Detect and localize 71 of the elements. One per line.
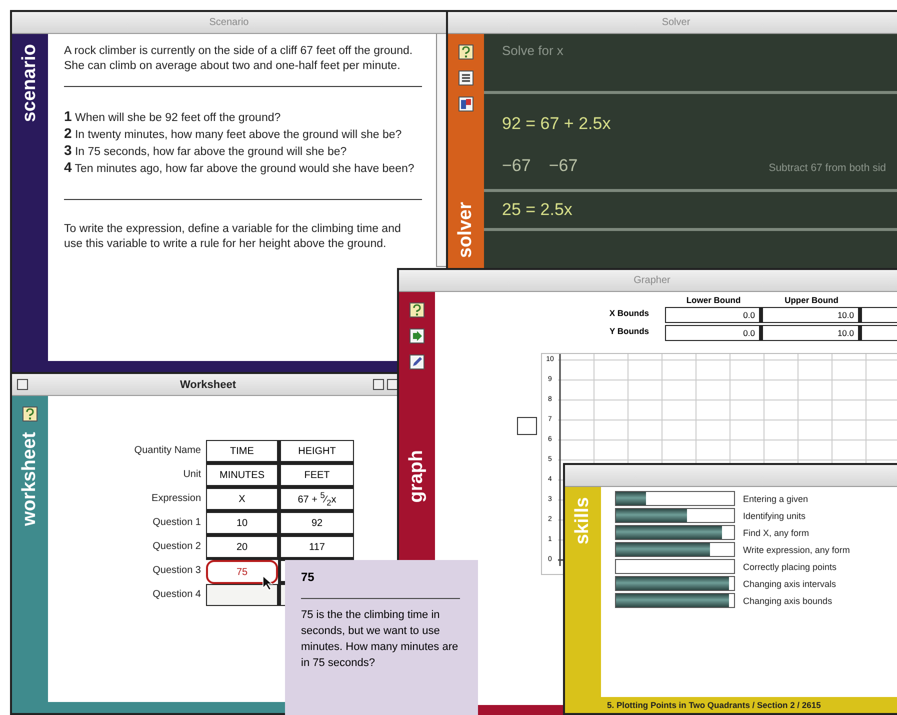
input-field[interactable] xyxy=(517,417,537,435)
question-text: 4 Ten minutes ago, how far above the ground would she have been? xyxy=(64,160,416,177)
table-cell[interactable] xyxy=(206,584,278,606)
help-icon[interactable] xyxy=(409,302,425,318)
equation: 92 = 67 + 2.5x xyxy=(502,114,612,134)
question-text: 1 When will she be 92 feet off the ground? xyxy=(64,109,282,126)
skill-name: Changing axis bounds xyxy=(743,596,832,606)
row-label: Quantity Name xyxy=(133,444,202,458)
input-field[interactable] xyxy=(861,307,897,323)
row-label: Question 1 xyxy=(152,516,202,530)
skill-name: Identifying units xyxy=(743,510,806,520)
status-text: 5. Plotting Points in Two Quadrants / Section 2 / 2615 xyxy=(565,697,897,713)
table-cell[interactable]: 75 xyxy=(206,560,278,584)
window-zoom-box[interactable] xyxy=(373,379,384,390)
window-title: Worksheet xyxy=(180,378,236,390)
table-cell[interactable]: 20 xyxy=(206,536,278,560)
cursor-icon[interactable] xyxy=(262,575,274,591)
skill-name: Write expression, any form xyxy=(743,544,850,554)
step-note: Subtract 67 from both sid xyxy=(768,162,886,174)
row-label: Question 2 xyxy=(152,540,202,554)
question-text: 2 In twenty minutes, how many feet above the ground will she be? xyxy=(64,126,403,143)
input-field[interactable]: 0.0 xyxy=(665,325,762,341)
window-close-box[interactable] xyxy=(17,379,28,390)
question-text: 3 In 75 seconds, how far above the ground will she be? xyxy=(64,143,348,160)
table-cell[interactable]: FEET xyxy=(278,464,354,488)
help-icon[interactable] xyxy=(22,406,38,422)
row-label: Unit xyxy=(182,468,202,482)
skill-name: Correctly placing points xyxy=(743,562,837,572)
window-title: Grapher xyxy=(634,275,670,286)
table-cell[interactable]: TIME xyxy=(206,440,278,464)
row-label: Y Bounds xyxy=(608,325,650,338)
panel-label: scenario xyxy=(19,44,41,122)
column-header: Upper Bound xyxy=(784,295,840,305)
hint-text: To write the expression, define a variable for the climbing time and use this variable to write a rule for her height above the ground. xyxy=(64,222,402,252)
panel-label: solver xyxy=(455,202,477,258)
window-title: Solver xyxy=(662,17,690,28)
skill-name: Changing axis intervals xyxy=(743,578,836,588)
row-label: Question 3 xyxy=(152,564,202,578)
column-header: Lower Bound xyxy=(685,295,742,305)
input-field[interactable]: 10.0 xyxy=(762,325,861,341)
input-field[interactable] xyxy=(861,325,897,341)
panel-label: graph xyxy=(406,450,428,503)
equation-term: −67 xyxy=(502,156,531,176)
scrollbar[interactable] xyxy=(436,34,446,267)
skill-name: Find X, any form xyxy=(743,528,810,538)
skill-name: Entering a given xyxy=(743,494,808,504)
equation: 25 = 2.5x xyxy=(502,200,574,220)
input-field[interactable]: 0.0 xyxy=(665,307,762,323)
scenario-text: A rock climber is currently on the side of a cliff 67 feet off the ground. She can climb on average about two and one-half feet per minute. xyxy=(64,44,414,74)
table-cell[interactable]: 10 xyxy=(206,512,278,536)
row-label: X Bounds xyxy=(608,307,650,320)
table-cell[interactable]: MINUTES xyxy=(206,464,278,488)
list-icon[interactable] xyxy=(458,70,474,86)
window-collapse-box[interactable] xyxy=(387,379,398,390)
table-cell[interactable]: 117 xyxy=(278,536,354,560)
solver-prompt: Solve for x xyxy=(502,43,564,58)
equation-term: −67 xyxy=(548,156,578,176)
tooltip-title: 75 xyxy=(301,570,316,584)
panel-label: worksheet xyxy=(19,432,41,526)
table-cell[interactable]: 92 xyxy=(278,512,354,536)
row-label: Question 4 xyxy=(152,588,202,602)
table-cell[interactable]: 67 + $^{5}$⁄$_{2}$x xyxy=(278,488,354,512)
window-title: Scenario xyxy=(209,17,249,28)
input-field[interactable]: 10.0 xyxy=(762,307,861,323)
panel-label: skills xyxy=(572,497,594,545)
tooltip-text: 75 is the the climbing time in seconds, but we want to use minutes. How many minutes are in 75 seconds? xyxy=(301,608,460,671)
table-cell[interactable]: X xyxy=(206,488,278,512)
table-cell[interactable]: HEIGHT xyxy=(278,440,354,464)
row-label: Expression xyxy=(150,492,202,506)
pencil-icon[interactable] xyxy=(409,354,425,370)
help-icon[interactable] xyxy=(458,44,474,60)
